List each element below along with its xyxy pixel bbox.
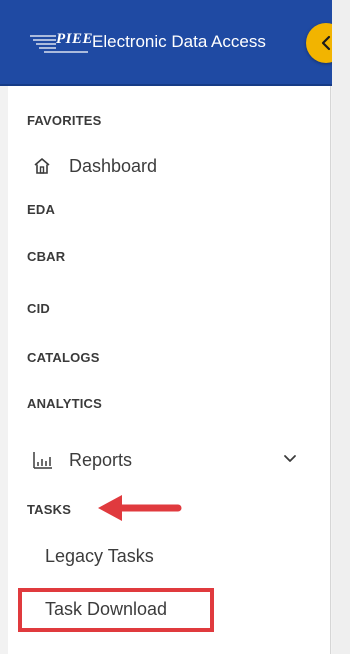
- chevron-down-icon[interactable]: [283, 454, 297, 464]
- section-analytics[interactable]: ANALYTICS: [27, 396, 102, 411]
- chevron-left-icon: [321, 35, 331, 51]
- annotation-arrow-icon: [98, 495, 182, 521]
- section-tasks[interactable]: TASKS: [27, 502, 71, 517]
- section-eda[interactable]: EDA: [27, 202, 55, 217]
- sidebar-item-dashboard-label: Dashboard: [69, 156, 158, 176]
- sidebar-item-legacy-tasks[interactable]: Legacy Tasks: [45, 546, 154, 567]
- home-icon: [34, 158, 50, 174]
- section-favorites: FAVORITES: [27, 113, 102, 128]
- piee-logo-text: PIEE: [56, 31, 94, 47]
- bar-chart-icon: [33, 452, 52, 469]
- content-edge: [332, 0, 350, 654]
- section-cid[interactable]: CID: [27, 301, 50, 316]
- sidebar-item-reports-label: Reports: [69, 450, 133, 470]
- app-title: Electronic Data Access: [92, 32, 266, 51]
- app-header: PIEE Electronic Data Access: [0, 0, 332, 86]
- sidebar-item-reports[interactable]: Reports: [27, 446, 307, 476]
- section-catalogs[interactable]: CATALOGS: [27, 350, 100, 365]
- annotation-highlight-box: [18, 588, 214, 632]
- screen: PIEE Electronic Data Access FAVORITES Da…: [0, 0, 350, 654]
- sidebar-item-dashboard[interactable]: Dashboard: [27, 152, 307, 182]
- section-cbar[interactable]: CBAR: [27, 249, 65, 264]
